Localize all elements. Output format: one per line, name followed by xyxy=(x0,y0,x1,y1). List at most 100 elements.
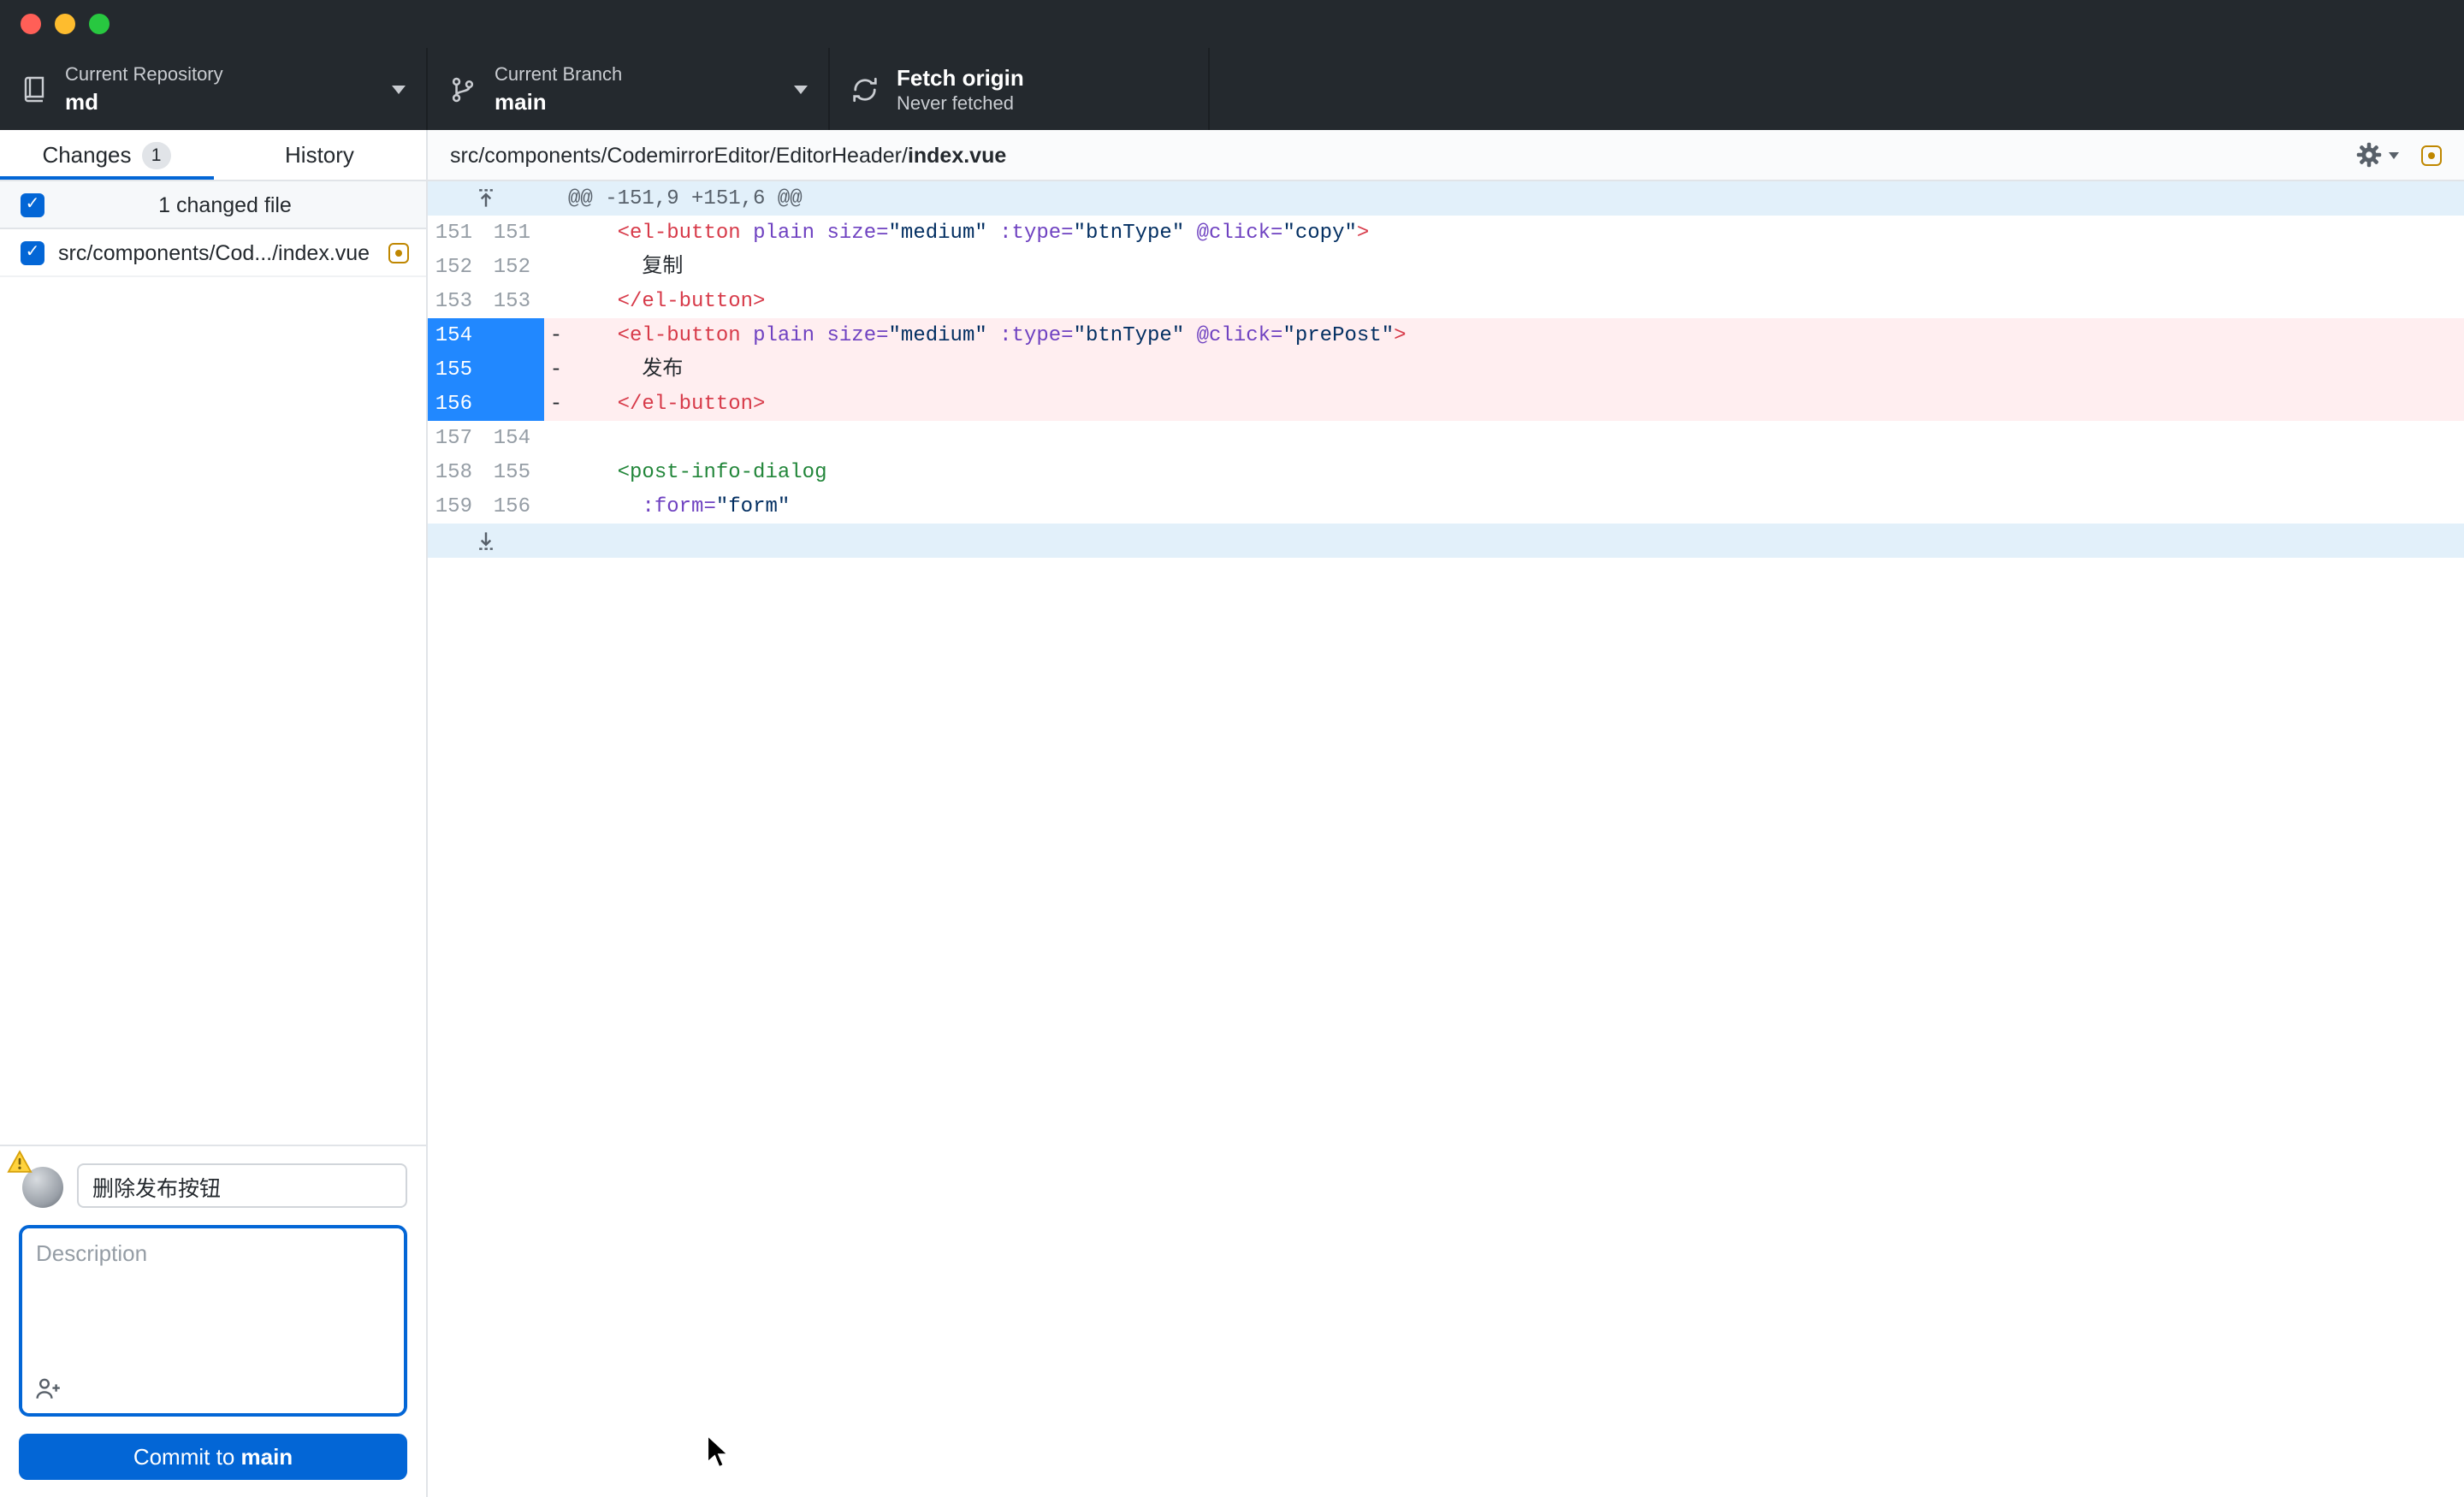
diff-line-content: - 发布 xyxy=(544,352,2464,387)
diff-lines: 151151 <el-button plain size="medium" :t… xyxy=(428,216,2464,524)
new-line-number: 156 xyxy=(486,489,544,524)
diff-line-marker: - xyxy=(544,387,568,421)
toolbar: Current Repository md Current Branch mai… xyxy=(0,48,2464,130)
diff-path-prefix: src/components/CodemirrorEditor/EditorHe… xyxy=(450,143,908,167)
expand-up-button[interactable] xyxy=(428,181,544,216)
line-number-gutter[interactable]: 155 xyxy=(428,352,544,387)
chevron-down-icon xyxy=(392,85,406,93)
current-repository-value: md xyxy=(65,88,378,114)
changed-files-summary-row: ✓ 1 changed file xyxy=(0,181,426,229)
modified-status-icon xyxy=(2421,145,2442,165)
warning-icon xyxy=(7,1150,33,1174)
commit-button-branch: main xyxy=(241,1444,293,1470)
zoom-window-button[interactable] xyxy=(89,14,110,34)
new-line-number: 153 xyxy=(486,284,544,318)
tab-changes[interactable]: Changes 1 xyxy=(0,130,213,180)
titlebar xyxy=(0,0,2464,48)
diff-line-marker: - xyxy=(544,318,568,352)
diff-line: 159156 :form="form" xyxy=(428,489,2464,524)
file-checkbox[interactable]: ✓ xyxy=(21,240,44,264)
diff-line-content: 复制 xyxy=(544,250,2464,284)
diff-line-content xyxy=(544,421,2464,455)
new-line-number xyxy=(486,387,544,421)
diff-line-content: - </el-button> xyxy=(544,387,2464,421)
diff-options-button[interactable] xyxy=(2356,142,2399,168)
expand-down-row xyxy=(428,524,2464,558)
line-number-gutter[interactable]: 157154 xyxy=(428,421,544,455)
line-number-gutter[interactable]: 152152 xyxy=(428,250,544,284)
fetch-origin-label: Fetch origin xyxy=(897,64,1188,90)
sync-icon xyxy=(850,74,880,104)
git-branch-icon xyxy=(448,74,477,104)
old-line-number: 151 xyxy=(428,216,486,250)
line-number-gutter[interactable]: 151151 xyxy=(428,216,544,250)
diff-line: 152152 复制 xyxy=(428,250,2464,284)
new-line-number xyxy=(486,318,544,352)
commit-form: Commit to main xyxy=(0,1145,426,1497)
app-window: Current Repository md Current Branch mai… xyxy=(0,0,2464,1497)
old-line-number: 154 xyxy=(428,318,486,352)
diff-line: 155- 发布 xyxy=(428,352,2464,387)
new-line-number xyxy=(486,352,544,387)
changed-file-row[interactable]: ✓ src/components/Cod.../index.vue xyxy=(0,229,426,277)
commit-button-prefix: Commit to xyxy=(133,1444,241,1470)
diff-line-content: </el-button> xyxy=(544,284,2464,318)
minimize-window-button[interactable] xyxy=(55,14,75,34)
diff-line: 156- </el-button> xyxy=(428,387,2464,421)
diff-line-marker xyxy=(544,250,568,284)
changed-files-summary: 1 changed file xyxy=(44,192,406,216)
line-number-gutter[interactable]: 156 xyxy=(428,387,544,421)
new-line-number: 155 xyxy=(486,455,544,489)
current-branch-label: Current Branch xyxy=(495,64,780,85)
fetch-origin-button[interactable]: Fetch origin Never fetched xyxy=(830,48,1210,130)
diff-file-header: src/components/CodemirrorEditor/EditorHe… xyxy=(428,130,2464,181)
select-all-checkbox[interactable]: ✓ xyxy=(21,192,44,216)
diff-line-marker xyxy=(544,455,568,489)
tab-history[interactable]: History xyxy=(213,130,426,180)
old-line-number: 152 xyxy=(428,250,486,284)
diff-line-content: <post-info-dialog xyxy=(544,455,2464,489)
diff-line: 151151 <el-button plain size="medium" :t… xyxy=(428,216,2464,250)
diff-line-marker: - xyxy=(544,352,568,387)
sidebar-empty-area xyxy=(0,277,426,1145)
expand-down-button[interactable] xyxy=(428,524,544,558)
current-branch-button[interactable]: Current Branch main xyxy=(428,48,830,130)
line-number-gutter[interactable]: 154 xyxy=(428,318,544,352)
old-line-number: 153 xyxy=(428,284,486,318)
diff-line: 153153 </el-button> xyxy=(428,284,2464,318)
new-line-number: 151 xyxy=(486,216,544,250)
hunk-header-row: @@ -151,9 +151,6 @@ xyxy=(428,181,2464,216)
current-branch-value: main xyxy=(495,88,780,114)
commit-summary-input[interactable] xyxy=(77,1163,407,1208)
diff-file-path: src/components/CodemirrorEditor/EditorHe… xyxy=(450,143,2356,167)
toolbar-empty-area xyxy=(1210,48,2464,130)
line-number-gutter[interactable]: 158155 xyxy=(428,455,544,489)
old-line-number: 157 xyxy=(428,421,486,455)
diff-line: 154 - <el-button plain size="medium" :typ… xyxy=(428,318,2464,352)
hunk-header-text: @@ -151,9 +151,6 @@ xyxy=(568,186,803,210)
changed-file-name: src/components/Cod.../index.vue xyxy=(58,240,375,264)
app-header: Current Repository md Current Branch mai… xyxy=(0,0,2464,130)
diff-line-marker xyxy=(544,421,568,455)
close-window-button[interactable] xyxy=(21,14,41,34)
old-line-number: 158 xyxy=(428,455,486,489)
new-line-number: 152 xyxy=(486,250,544,284)
diff-line: 157154 xyxy=(428,421,2464,455)
changes-count-badge: 1 xyxy=(142,141,171,169)
tab-history-label: History xyxy=(285,142,354,168)
diff-line-marker xyxy=(544,489,568,524)
commit-author xyxy=(19,1163,63,1208)
line-number-gutter[interactable]: 153153 xyxy=(428,284,544,318)
diff-line-content: - <el-button plain size="medium" :type="… xyxy=(544,318,2464,352)
diff-pane: src/components/CodemirrorEditor/EditorHe… xyxy=(428,130,2464,1497)
line-number-gutter[interactable]: 159156 xyxy=(428,489,544,524)
current-repository-button[interactable]: Current Repository md xyxy=(0,48,428,130)
tab-changes-label: Changes xyxy=(42,142,131,168)
commit-button[interactable]: Commit to main xyxy=(19,1434,407,1480)
diff-line-marker xyxy=(544,284,568,318)
diff-line-marker xyxy=(544,216,568,250)
old-line-number: 159 xyxy=(428,489,486,524)
diff-file-name: index.vue xyxy=(908,143,1006,167)
add-coauthor-icon[interactable] xyxy=(34,1376,62,1403)
commit-description-input[interactable] xyxy=(22,1228,404,1413)
